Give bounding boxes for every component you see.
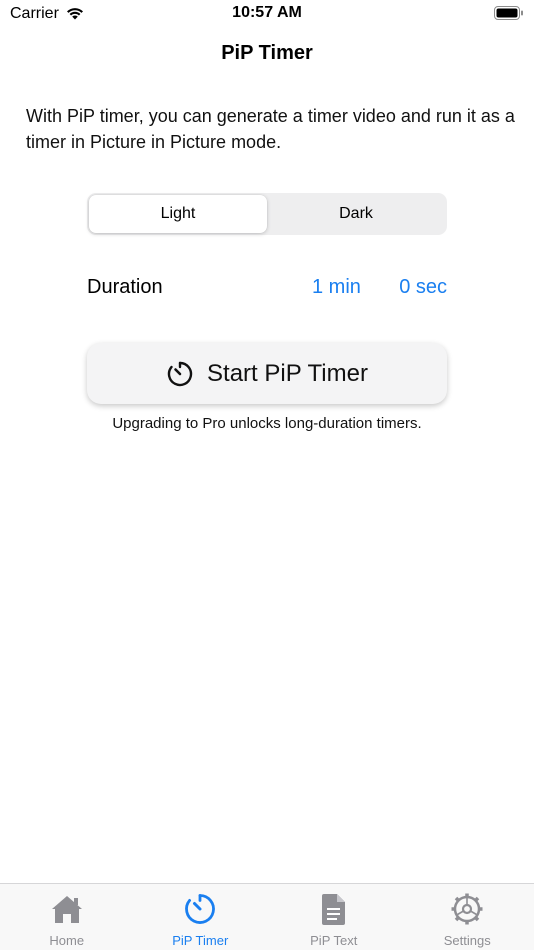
tab-label: Settings <box>401 933 534 948</box>
house-icon <box>0 892 134 928</box>
segment-dark[interactable]: Dark <box>267 195 445 233</box>
tab-label: PiP Timer <box>134 933 268 948</box>
segment-light[interactable]: Light <box>89 195 267 233</box>
duration-seconds-picker[interactable]: 0 sec <box>399 276 447 299</box>
tab-settings[interactable]: Settings <box>401 884 534 951</box>
tab-pip-timer[interactable]: PiP Timer <box>134 884 268 951</box>
status-time: 10:57 AM <box>0 4 534 22</box>
document-icon <box>267 892 401 928</box>
duration-row: Duration 1 min 0 sec <box>87 276 447 304</box>
description-text: With PiP timer, you can generate a timer… <box>26 103 516 155</box>
start-pip-timer-button[interactable]: Start PiP Timer <box>87 343 447 404</box>
start-button-label: Start PiP Timer <box>207 360 368 388</box>
timer-icon <box>134 892 268 928</box>
duration-minutes-picker[interactable]: 1 min <box>312 276 361 299</box>
page-title: PiP Timer <box>0 42 534 65</box>
tab-home[interactable]: Home <box>0 884 134 951</box>
tab-pip-text[interactable]: PiP Text <box>267 884 401 951</box>
upgrade-note: Upgrading to Pro unlocks long-duration t… <box>0 415 534 432</box>
theme-segmented-control: Light Dark <box>87 193 447 235</box>
battery-icon <box>494 6 524 26</box>
tab-label: PiP Text <box>267 933 401 948</box>
gear-icon <box>401 892 534 928</box>
tab-label: Home <box>0 933 134 948</box>
duration-label: Duration <box>87 276 163 299</box>
tab-bar: Home PiP Timer PiP Text <box>0 883 534 950</box>
timer-icon <box>166 360 194 388</box>
status-bar: Carrier 10:57 AM <box>0 0 534 30</box>
